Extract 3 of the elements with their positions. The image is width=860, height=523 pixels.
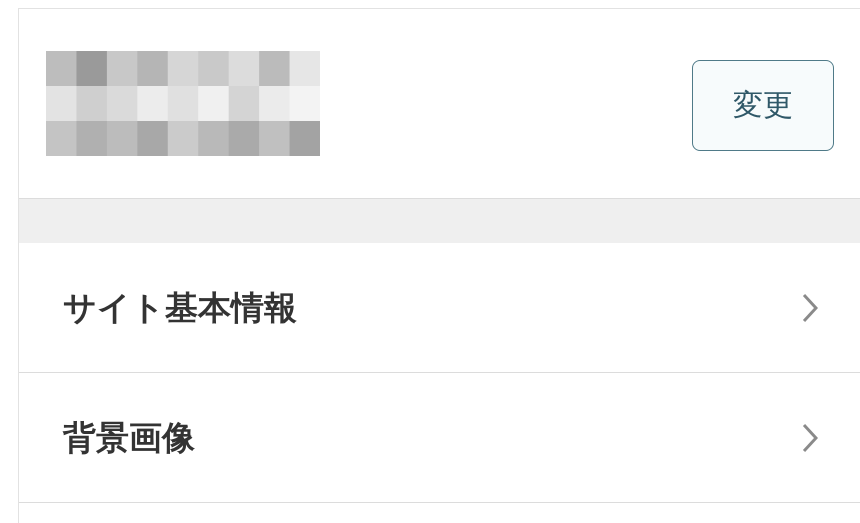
chevron-right-icon <box>802 422 818 452</box>
change-button[interactable]: 変更 <box>692 60 834 151</box>
chevron-right-icon <box>802 292 818 322</box>
